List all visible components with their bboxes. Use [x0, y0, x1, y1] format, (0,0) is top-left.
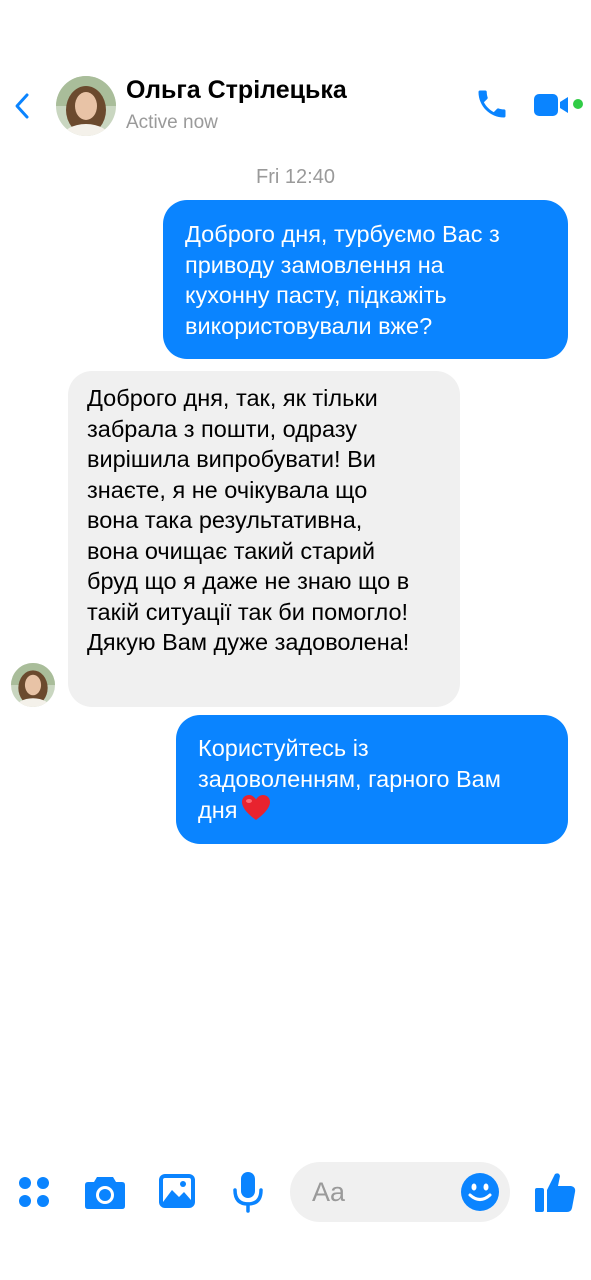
message-input-wrapper[interactable]: [290, 1162, 510, 1222]
online-indicator: [573, 99, 583, 109]
contact-name[interactable]: Ольга Стрілецька: [126, 76, 347, 105]
outgoing-message[interactable]: Доброго дня, турбуємо Вас з приводу замо…: [163, 200, 568, 359]
message-composer: [0, 1150, 591, 1240]
contact-status: Active now: [126, 112, 218, 133]
video-camera-icon: [534, 94, 568, 116]
image-icon: [159, 1174, 195, 1208]
outgoing-message[interactable]: Користуйтесь із задоволенням, гарного Ва…: [176, 715, 568, 844]
apps-icon: [19, 1177, 49, 1207]
camera-icon: [85, 1177, 125, 1209]
emoji-icon[interactable]: [460, 1172, 500, 1212]
back-button[interactable]: [8, 88, 36, 124]
gallery-button[interactable]: [156, 1170, 198, 1212]
contact-avatar[interactable]: [56, 76, 116, 136]
sender-avatar: [11, 663, 55, 707]
camera-button[interactable]: [82, 1170, 128, 1214]
like-button[interactable]: [532, 1168, 578, 1216]
chevron-left-icon: [15, 93, 29, 119]
phone-icon: [478, 90, 506, 118]
incoming-message[interactable]: Доброго дня, так, як тільки забрала з по…: [68, 371, 460, 707]
thumbs-up-icon: [535, 1173, 576, 1212]
voice-message-button[interactable]: [228, 1168, 268, 1216]
call-button[interactable]: [474, 86, 510, 122]
microphone-icon: [233, 1172, 263, 1213]
message-timestamp: Fri 12:40: [256, 166, 335, 188]
chat-header: Ольга Стрілецька Active now: [0, 60, 591, 150]
apps-button[interactable]: [14, 1172, 54, 1212]
video-call-button[interactable]: [532, 90, 572, 120]
message-input[interactable]: [312, 1172, 452, 1212]
heart-emoji: [241, 794, 271, 830]
